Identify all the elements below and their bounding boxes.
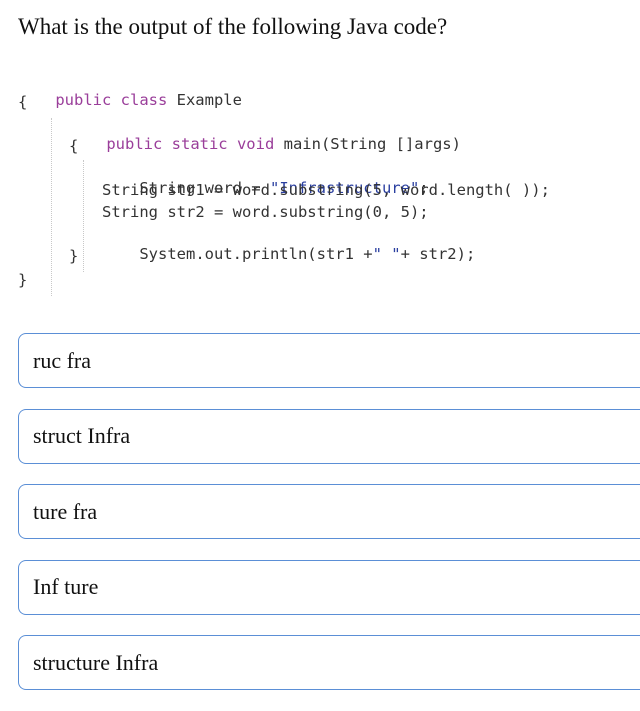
answer-option[interactable]: Inf ture xyxy=(18,559,640,615)
indent-guide xyxy=(51,118,52,296)
answer-option[interactable]: ture fra xyxy=(18,484,640,539)
question-text: What is the output of the following Java… xyxy=(18,14,448,39)
answer-option-label: Inf ture xyxy=(33,574,99,599)
code-line-str2: String str2 = word.substring(0, 5); xyxy=(102,203,429,221)
code-string: " " xyxy=(372,245,401,263)
answer-option-label: structure Infra xyxy=(33,649,159,675)
code-text: main(String []args) xyxy=(274,135,461,153)
answer-option-label: ruc fra xyxy=(33,347,92,373)
code-line-close-brace: } xyxy=(18,271,28,289)
code-text: System.out.println(str1 + xyxy=(139,245,373,263)
code-keyword: public class xyxy=(55,91,168,109)
code-text: + str2); xyxy=(400,245,476,263)
code-keyword: public static void xyxy=(106,135,275,153)
answer-option[interactable]: ruc fra xyxy=(18,333,640,388)
answer-option[interactable]: struct Infra xyxy=(18,408,640,464)
code-block: public class Example { public static voi… xyxy=(18,68,618,296)
indent-guide xyxy=(83,160,84,272)
code-line-close-brace: } xyxy=(69,247,79,265)
answer-option-label: struct Infra xyxy=(33,423,131,448)
code-text: Example xyxy=(167,91,242,109)
code-line-open-brace: { xyxy=(69,137,79,155)
answer-option-label: ture fra xyxy=(33,498,98,524)
code-line-open-brace: { xyxy=(18,93,28,111)
answer-option[interactable]: structure Infra xyxy=(18,635,640,690)
code-line-str1: String str1 = word.substring(5, word.len… xyxy=(102,181,550,199)
answer-options: ruc fra struct Infra ture fra Inf ture s… xyxy=(18,333,640,711)
code-line-println: System.out.println(str1 +" "+ str2); xyxy=(102,224,475,284)
